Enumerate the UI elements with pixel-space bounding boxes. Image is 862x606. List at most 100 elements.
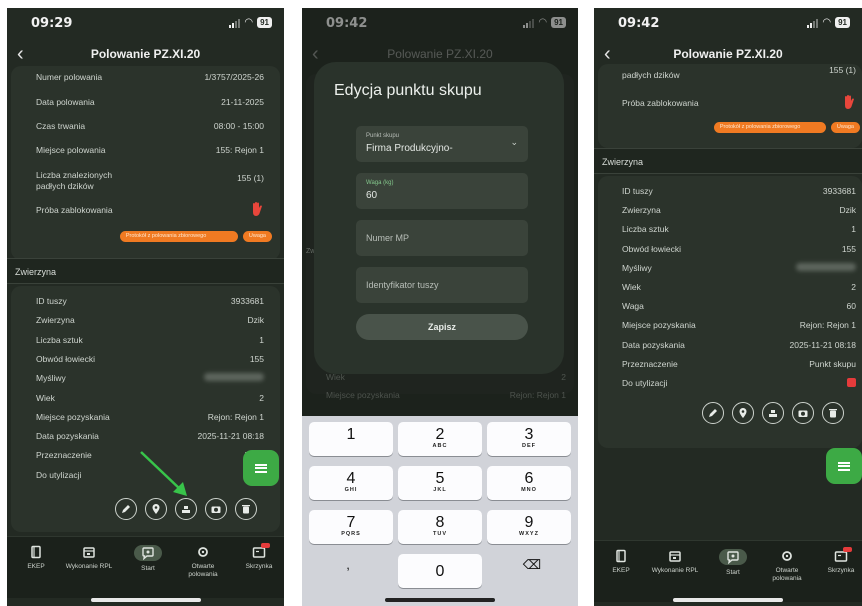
menu-icon [255, 463, 267, 473]
tab-start[interactable]: Start [708, 541, 758, 577]
key-number: 0 [435, 563, 445, 580]
delete-button[interactable] [822, 402, 844, 424]
screen-hunt-details: 09:29 ◠ 91 ‹ Polowanie PZ.XI.20 Numer po… [7, 8, 284, 606]
tab-wykonanie-rpl[interactable]: Wykonanie RPL [64, 537, 114, 571]
status-time: 09:42 [618, 16, 660, 31]
detail-row: Data polowania 21-11-2025 [36, 97, 264, 113]
detail-value: 2025-11-21 08:18 [197, 431, 264, 442]
key-letters: JKL [433, 487, 447, 493]
tab-ekep[interactable]: EKEP [596, 541, 646, 575]
tab-otwarte-polowania[interactable]: Otwarte polowania [762, 541, 812, 583]
key-5[interactable]: 5 JKL [398, 466, 482, 500]
detail-value: Dzik [247, 315, 264, 326]
detail-row: Próba zablokowania [622, 95, 856, 116]
tab-ekep[interactable]: EKEP [11, 537, 61, 571]
inbox-icon [252, 543, 270, 559]
protocol-tag[interactable]: Protokół z polowania zbiorowego [119, 231, 238, 242]
edit-button[interactable] [702, 402, 724, 424]
tab-skrzynka[interactable]: Skrzynka [816, 541, 862, 575]
key-6[interactable]: 6 MNO [487, 466, 571, 500]
purchase-point-button[interactable] [762, 402, 784, 424]
detail-row: Data pozyskania 2025-11-21 08:18 [622, 340, 856, 356]
detail-label: Liczba znalezionych padłych dzików [36, 170, 113, 191]
key-0[interactable]: 0 [398, 554, 482, 588]
detail-label: Numer polowania [36, 72, 103, 82]
detail-value: 21-11-2025 [221, 97, 264, 107]
weight-field[interactable]: Waga (kg) 60 [356, 173, 528, 209]
key-number: 7 [346, 514, 356, 531]
key-delete[interactable]: ⌫ [490, 548, 574, 582]
photo-button[interactable] [205, 498, 227, 520]
key-number: 6 [524, 470, 534, 487]
location-button[interactable] [145, 498, 167, 520]
key-comma[interactable]: , [306, 548, 390, 582]
notification-badge [843, 547, 852, 552]
tab-start[interactable]: Start [123, 537, 173, 573]
purchase-point-value: Firma Produkcyjno- [366, 143, 453, 154]
detail-value [842, 95, 856, 116]
save-button[interactable]: Zapisz [356, 314, 528, 340]
tab-label: EKEP [27, 563, 45, 570]
target-icon [780, 549, 794, 563]
detail-value: 155: Rejon 1 [215, 145, 264, 155]
key-letters: GHI [344, 487, 358, 493]
tab-wykonanie-rpl[interactable]: Wykonanie RPL [650, 541, 700, 575]
tab-otwarte-polowania[interactable]: Otwarte polowania [178, 537, 228, 579]
detail-label: Przeznaczenie [622, 358, 678, 369]
tab-label: Skrzynka [245, 563, 273, 570]
detail-row: Do utylizacji [622, 378, 856, 394]
detail-value: 08:00 - 15:00 [213, 121, 264, 131]
detail-value: 3933681 [822, 186, 856, 196]
key-3[interactable]: 3 DEF [487, 422, 571, 456]
key-4[interactable]: 4 GHI [309, 466, 393, 500]
detail-label: Próba zablokowania [36, 205, 113, 215]
protocol-tag[interactable]: Protokół z polowania zbiorowego [713, 122, 826, 133]
warning-tag[interactable]: Uwaga [830, 122, 860, 133]
key-8[interactable]: 8 TUV [398, 510, 482, 544]
carcass-id-field[interactable]: Identyfikator tuszy [356, 267, 528, 303]
key-letters: ABC [432, 443, 448, 449]
wifi-icon: ◠ [244, 16, 254, 28]
trash-icon [829, 409, 837, 418]
status-bar: 09:29 ◠ 91 [7, 8, 284, 38]
warning-tag[interactable]: Uwaga [242, 231, 272, 242]
purchase-point-button[interactable] [175, 498, 197, 520]
detail-row: Myśliwy [622, 262, 856, 279]
key-letters: MNO [521, 487, 537, 493]
detail-row: Waga 60 [622, 301, 856, 317]
numeric-keyboard: , ⌫ 1 2 ABC 3 DEF 4 GHI 5 JKL 6 MNO 7 PQRS 8 TUV 9 WXYZ 0 [302, 416, 578, 606]
redacted-hunter-name [796, 262, 856, 271]
menu-fab[interactable] [243, 450, 279, 486]
key-9[interactable]: 9 WXYZ [487, 510, 571, 544]
tab-label: EKEP [612, 567, 630, 574]
key-2[interactable]: 2 ABC [398, 422, 482, 456]
key-7[interactable]: 7 PQRS [309, 510, 393, 544]
detail-label: Zwierzyna [622, 205, 661, 216]
photo-button[interactable] [792, 402, 814, 424]
tab-skrzynka[interactable]: Skrzynka [234, 537, 284, 571]
detail-label: Przeznaczenie [36, 450, 92, 461]
edit-button[interactable] [115, 498, 137, 520]
detail-label: Próba zablokowania [622, 98, 699, 108]
signal-icon [807, 18, 819, 28]
key-number: 3 [524, 426, 534, 443]
menu-fab[interactable] [826, 448, 862, 484]
key-number: 9 [524, 514, 534, 531]
detail-value: 155 [841, 243, 856, 254]
detail-value: 2025-11-21 08:18 [789, 339, 856, 350]
mp-number-field[interactable]: Numer MP [356, 220, 528, 256]
screen-hunt-updated: 09:42 ◠ 91 ‹ Polowanie PZ.XI.20 padłych … [594, 8, 862, 606]
tab-label: Otwarte polowania [188, 563, 218, 578]
key-1[interactable]: 1 [309, 422, 393, 456]
book-icon [29, 545, 43, 559]
weight-label: Waga (kg) [366, 180, 394, 186]
tab-label: Wykonanie RPL [651, 567, 699, 574]
battery-icon: 91 [835, 17, 850, 28]
weight-value: 60 [366, 190, 378, 201]
delete-button[interactable] [235, 498, 257, 520]
camera-icon [798, 410, 808, 417]
section-title-animals: Zwierzyna [7, 258, 284, 284]
detail-row: Zwierzyna Dzik [622, 205, 856, 221]
location-button[interactable] [732, 402, 754, 424]
purchase-point-select[interactable]: Punkt skupu Firma Produkcyjno- ⌄ [356, 126, 528, 162]
